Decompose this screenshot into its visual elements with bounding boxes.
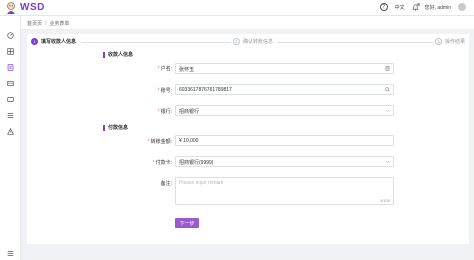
dashboard-icon[interactable] bbox=[7, 26, 14, 39]
breadcrumb-current: 业务表单 bbox=[49, 21, 70, 27]
payment-card-label: *付款卡: bbox=[152, 160, 172, 166]
breadcrumb-bar: 首页页 / 业务表单 bbox=[21, 16, 474, 30]
top-right-actions: ? 中文 您好, admin bbox=[379, 2, 466, 11]
user-greeting[interactable]: 您好, admin bbox=[425, 4, 451, 11]
step-connector bbox=[81, 42, 231, 43]
chevron-down-icon bbox=[385, 159, 390, 164]
payer-section-title: 付款信息 bbox=[103, 125, 128, 131]
payment-card-select[interactable]: 招商银行(9999) bbox=[175, 156, 394, 167]
form-panel: 1 填写收款人信息 2 确认转账信息 3 操作结果 收款人信息 *户名: 张怀玉… bbox=[27, 34, 469, 244]
amount-input[interactable]: ¥ 10,000 bbox=[175, 135, 394, 146]
account-name-input[interactable]: 张怀玉 bbox=[175, 63, 394, 74]
chevron-down-icon bbox=[385, 108, 390, 113]
next-step-button[interactable]: 下一步 bbox=[175, 218, 199, 228]
step-1-label: 填写收款人信息 bbox=[41, 39, 77, 45]
notification-bell-icon[interactable] bbox=[412, 2, 420, 11]
top-bar: WSD ? 中文 您好, admin bbox=[0, 0, 474, 16]
language-switch[interactable]: 中文 bbox=[395, 4, 405, 11]
logo-icon bbox=[4, 1, 18, 15]
contact-book-icon[interactable] bbox=[385, 66, 390, 71]
user-avatar[interactable] bbox=[458, 3, 466, 11]
step-3: 3 操作结果 bbox=[435, 38, 465, 45]
step-1-number: 1 bbox=[31, 38, 38, 45]
steps-bar: 1 填写收款人信息 2 确认转账信息 3 操作结果 bbox=[31, 38, 467, 48]
card-icon[interactable] bbox=[7, 90, 14, 102]
step-3-label: 操作结果 bbox=[445, 39, 466, 45]
step-2: 2 确认转账信息 bbox=[233, 38, 273, 45]
remark-textarea[interactable]: Please input remark 0/100 bbox=[175, 177, 394, 205]
account-name-label: *户名: bbox=[157, 66, 172, 72]
step-3-number: 3 bbox=[435, 38, 442, 45]
warning-icon[interactable] bbox=[7, 122, 14, 135]
bank-label: *银行: bbox=[157, 109, 172, 115]
help-icon[interactable]: ? bbox=[379, 3, 388, 11]
account-number-input[interactable]: 6033617876761789817 bbox=[175, 84, 394, 95]
step-connector bbox=[277, 42, 433, 43]
remark-placeholder: Please input remark bbox=[179, 180, 224, 186]
collapse-menu-icon[interactable] bbox=[7, 244, 14, 256]
breadcrumb: 首页页 / 业务表单 bbox=[27, 21, 70, 27]
breadcrumb-home[interactable]: 首页页 bbox=[27, 21, 42, 27]
account-number-label: *账号: bbox=[157, 88, 172, 94]
payee-section-title: 收款人信息 bbox=[103, 52, 133, 58]
amount-label: *转账金额: bbox=[147, 139, 172, 145]
grid-icon[interactable] bbox=[7, 42, 14, 55]
logo-text: WSD bbox=[20, 2, 45, 13]
bank-select[interactable]: 招商银行 bbox=[175, 105, 394, 116]
remark-label: 备注: bbox=[160, 181, 172, 187]
notification-dot bbox=[416, 2, 420, 6]
form-icon[interactable] bbox=[7, 58, 14, 71]
step-1: 1 填写收款人信息 bbox=[31, 38, 76, 45]
table-icon[interactable] bbox=[7, 74, 14, 86]
remark-char-count: 0/100 bbox=[379, 198, 390, 203]
list-icon[interactable] bbox=[7, 106, 14, 118]
step-2-number: 2 bbox=[233, 38, 240, 45]
sidebar bbox=[0, 16, 21, 260]
search-icon[interactable] bbox=[385, 87, 390, 92]
step-2-label: 确认转账信息 bbox=[243, 39, 274, 45]
